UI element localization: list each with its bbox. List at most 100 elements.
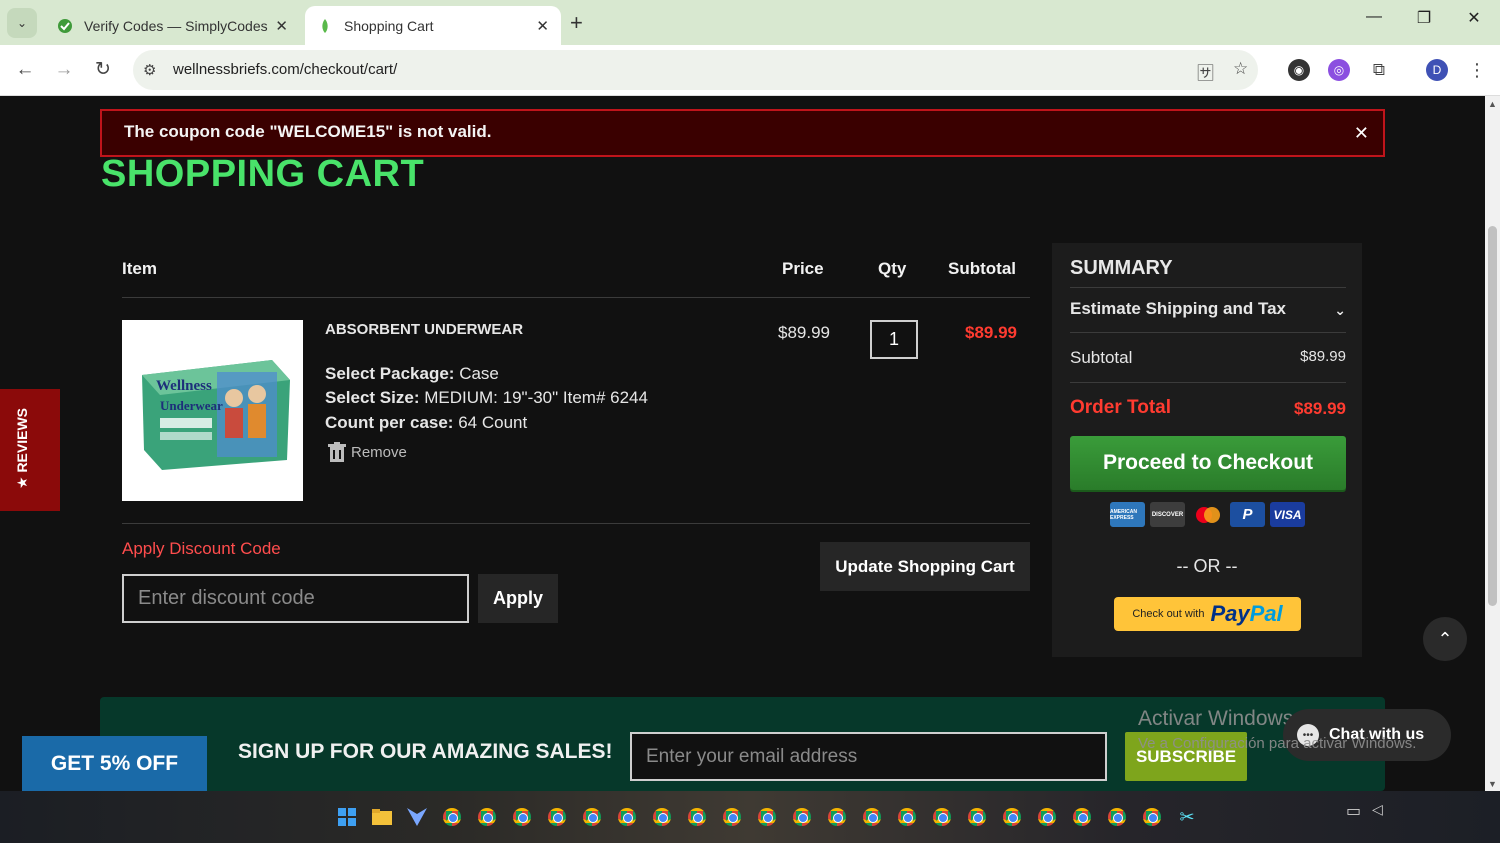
chrome-icon[interactable] (1104, 800, 1130, 834)
close-tab-icon[interactable]: ✕ (275, 17, 288, 35)
item-subtotal: $89.99 (965, 323, 1017, 342)
chrome-icon[interactable] (474, 800, 500, 834)
chrome-icon[interactable] (859, 800, 885, 834)
chrome-icon[interactable] (929, 800, 955, 834)
order-total-label: Order Total (1070, 397, 1171, 418)
chrome-icon[interactable] (684, 800, 710, 834)
paypal-small-label: Check out with (1132, 608, 1205, 620)
scroll-down-icon[interactable]: ▼ (1488, 779, 1497, 789)
coupon-error-alert: The coupon code "WELCOME15" is not valid… (100, 109, 1385, 157)
page-scrollbar[interactable]: ▲ ▼ (1485, 96, 1500, 791)
apply-discount-button[interactable]: Apply (478, 574, 558, 623)
scroll-up-icon[interactable]: ▲ (1488, 99, 1497, 109)
chrome-icon[interactable] (649, 800, 675, 834)
quantity-input[interactable]: 1 (870, 320, 918, 359)
address-bar[interactable]: ⚙ wellnessbriefs.com/checkout/cart/ 🈂 ☆ (133, 50, 1258, 90)
svg-text:Underwear: Underwear (160, 398, 223, 413)
alert-message: The coupon code "WELCOME15" is not valid… (124, 122, 492, 141)
new-tab-button[interactable]: + (570, 10, 583, 36)
reload-icon[interactable]: ↻ (90, 57, 116, 83)
discount-toggle-link[interactable]: Apply Discount Code (122, 539, 281, 559)
product-image[interactable]: Wellness Underwear (122, 320, 303, 501)
summary-title: SUMMARY (1070, 257, 1173, 279)
chrome-icon[interactable] (964, 800, 990, 834)
vpn-app-icon[interactable] (404, 800, 430, 834)
close-icon[interactable]: ✕ (1354, 123, 1369, 144)
site-info-icon[interactable]: ⚙ (143, 61, 156, 79)
extension-purple-icon[interactable]: ◎ (1328, 59, 1350, 81)
chrome-icon[interactable] (754, 800, 780, 834)
product-name-link[interactable]: ABSORBENT UNDERWEAR (325, 321, 523, 338)
chevron-down-icon: ⌄ (1334, 302, 1346, 318)
tab-verify-codes[interactable]: Verify Codes — SimplyCodes ✕ (45, 6, 300, 45)
newsletter-email-input[interactable] (630, 732, 1107, 781)
chrome-icon[interactable] (544, 800, 570, 834)
or-separator: -- OR -- (1176, 556, 1238, 576)
estimate-shipping-label: Estimate Shipping and Tax (1070, 299, 1286, 318)
translate-icon[interactable]: 🈂 (1197, 59, 1214, 84)
windows-start-icon[interactable] (334, 800, 360, 834)
remove-item-button[interactable]: Remove (328, 442, 407, 462)
close-tab-icon[interactable]: ✕ (536, 17, 549, 35)
tab-search-button[interactable]: ⌄ (7, 8, 37, 38)
windows-activation-watermark: Activar Windows (1138, 707, 1294, 730)
discount-code-input[interactable] (122, 574, 469, 623)
network-icon[interactable]: ▭ (1346, 801, 1361, 821)
file-explorer-icon[interactable] (369, 800, 395, 834)
volume-icon[interactable]: ◁ (1372, 801, 1383, 818)
chrome-icon[interactable] (999, 800, 1025, 834)
remove-label: Remove (351, 443, 407, 461)
bookmark-star-icon[interactable]: ☆ (1233, 59, 1248, 79)
chrome-icon[interactable] (1069, 800, 1095, 834)
option-label: Count per case: (325, 413, 454, 432)
get-discount-popup-button[interactable]: GET 5% OFF (22, 736, 207, 791)
option-label: Select Size: (325, 388, 420, 407)
restore-icon[interactable]: ❐ (1409, 8, 1439, 28)
chrome-icon[interactable] (1034, 800, 1060, 834)
svg-text:Wellness: Wellness (156, 378, 212, 394)
paypal-checkout-button[interactable]: Check out with PayPal (1114, 597, 1301, 631)
reviews-side-tab[interactable]: ★ REVIEWS (0, 389, 60, 511)
chevron-down-icon: ⌄ (16, 16, 28, 30)
option-package: Select Package: Case (325, 364, 499, 384)
chrome-icon[interactable] (509, 800, 535, 834)
scrollbar-thumb[interactable] (1488, 226, 1497, 606)
profile-avatar[interactable]: D (1426, 59, 1448, 81)
option-value: Case (459, 364, 499, 383)
capcut-icon[interactable]: ✂ (1174, 800, 1200, 834)
option-size: Select Size: MEDIUM: 19"-30" Item# 6244 (325, 388, 648, 408)
subtotal-value: $89.99 (1300, 348, 1346, 365)
chrome-icon[interactable] (439, 800, 465, 834)
chrome-icon[interactable] (719, 800, 745, 834)
divider (1070, 332, 1346, 333)
wellnessbriefs-favicon-icon (317, 18, 333, 34)
chrome-icon[interactable] (824, 800, 850, 834)
summary-subtotal-row: Subtotal $89.99 (1070, 348, 1346, 368)
chrome-icon[interactable] (789, 800, 815, 834)
divider (1070, 287, 1346, 288)
chrome-icon[interactable] (614, 800, 640, 834)
column-header-price: Price (782, 259, 824, 278)
minimize-icon[interactable]: — (1359, 8, 1389, 26)
extension-spy-icon[interactable]: ◉ (1288, 59, 1310, 81)
scroll-to-top-button[interactable]: ⌃ (1423, 617, 1467, 661)
update-cart-button[interactable]: Update Shopping Cart (820, 542, 1030, 591)
option-value: 64 Count (458, 413, 528, 432)
windows-taskbar: ✂ ▭ ◁ (0, 791, 1500, 843)
chrome-icon[interactable] (579, 800, 605, 834)
newsletter-title: SIGN UP FOR OUR AMAZING SALES! (238, 740, 613, 763)
proceed-to-checkout-button[interactable]: Proceed to Checkout (1070, 436, 1346, 490)
order-total-value: $89.99 (1294, 399, 1346, 418)
estimate-shipping-toggle[interactable]: Estimate Shipping and Tax ⌄ (1070, 299, 1346, 319)
mastercard-card-icon (1190, 502, 1225, 527)
tab-shopping-cart[interactable]: Shopping Cart ✕ (305, 6, 561, 45)
back-icon[interactable]: ← (12, 57, 38, 83)
paypal-card-icon: P (1230, 502, 1265, 527)
browser-menu-icon[interactable]: ⋮ (1466, 59, 1488, 81)
chrome-icon[interactable] (1139, 800, 1165, 834)
close-window-icon[interactable]: ✕ (1459, 8, 1489, 28)
extensions-puzzle-icon[interactable]: ⧉ (1368, 59, 1390, 81)
chrome-icon[interactable] (894, 800, 920, 834)
forward-icon[interactable]: → (51, 57, 77, 83)
reviews-label: ★ REVIEWS (14, 407, 30, 489)
